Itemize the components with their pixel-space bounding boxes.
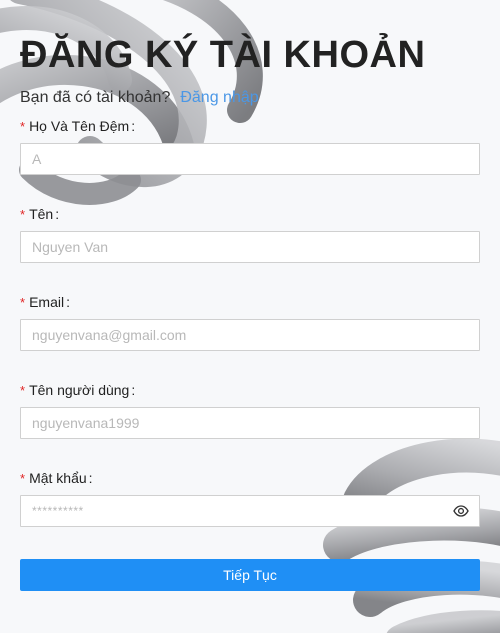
- login-link[interactable]: Đăng nhập: [180, 89, 258, 106]
- label-colon: :: [131, 382, 136, 398]
- field-username: * Tên người dùng:: [20, 381, 480, 439]
- field-first-name: * Tên:: [20, 205, 480, 263]
- eye-icon[interactable]: [453, 503, 469, 519]
- email-label-text: Email: [29, 294, 65, 310]
- username-label: * Tên người dùng:: [20, 381, 480, 399]
- middle-name-label: * Họ Và Tên Đệm:: [20, 117, 480, 135]
- login-prompt-text: Bạn đã có tài khoản?: [20, 89, 171, 106]
- password-placeholder: **********: [32, 504, 84, 518]
- password-input[interactable]: [21, 496, 479, 526]
- first-name-label: * Tên:: [20, 205, 480, 223]
- continue-button[interactable]: Tiếp Tục: [20, 559, 480, 591]
- email-field-box: [20, 319, 480, 351]
- page-title: ĐĂNG KÝ TÀI KHOẢN: [20, 34, 426, 76]
- login-prompt-row: Bạn đã có tài khoản? Đăng nhập: [20, 89, 259, 107]
- first-name-field-box: [20, 231, 480, 263]
- field-middle-name: * Họ Và Tên Đệm:: [20, 117, 480, 175]
- label-colon: :: [88, 470, 93, 486]
- first-name-input[interactable]: [21, 232, 479, 262]
- required-mark: *: [20, 383, 26, 398]
- required-mark: *: [20, 471, 26, 486]
- username-label-text: Tên người dùng: [29, 382, 130, 398]
- username-input[interactable]: [21, 408, 479, 438]
- field-password: * Mật khẩu: **********: [20, 469, 480, 527]
- label-colon: :: [131, 118, 136, 134]
- password-field-box: **********: [20, 495, 480, 527]
- middle-name-input[interactable]: [21, 144, 479, 174]
- username-field-box: [20, 407, 480, 439]
- email-input[interactable]: [21, 320, 479, 350]
- password-label-text: Mật khẩu: [29, 470, 87, 486]
- required-mark: *: [20, 295, 26, 310]
- required-mark: *: [20, 207, 26, 222]
- email-label: * Email:: [20, 293, 480, 311]
- first-name-label-text: Tên: [29, 206, 54, 222]
- field-email: * Email:: [20, 293, 480, 351]
- label-colon: :: [66, 294, 70, 310]
- middle-name-label-text: Họ Và Tên Đệm: [29, 118, 130, 134]
- password-label: * Mật khẩu:: [20, 469, 480, 487]
- label-colon: :: [55, 206, 60, 222]
- required-mark: *: [20, 119, 26, 134]
- middle-name-field-box: [20, 143, 480, 175]
